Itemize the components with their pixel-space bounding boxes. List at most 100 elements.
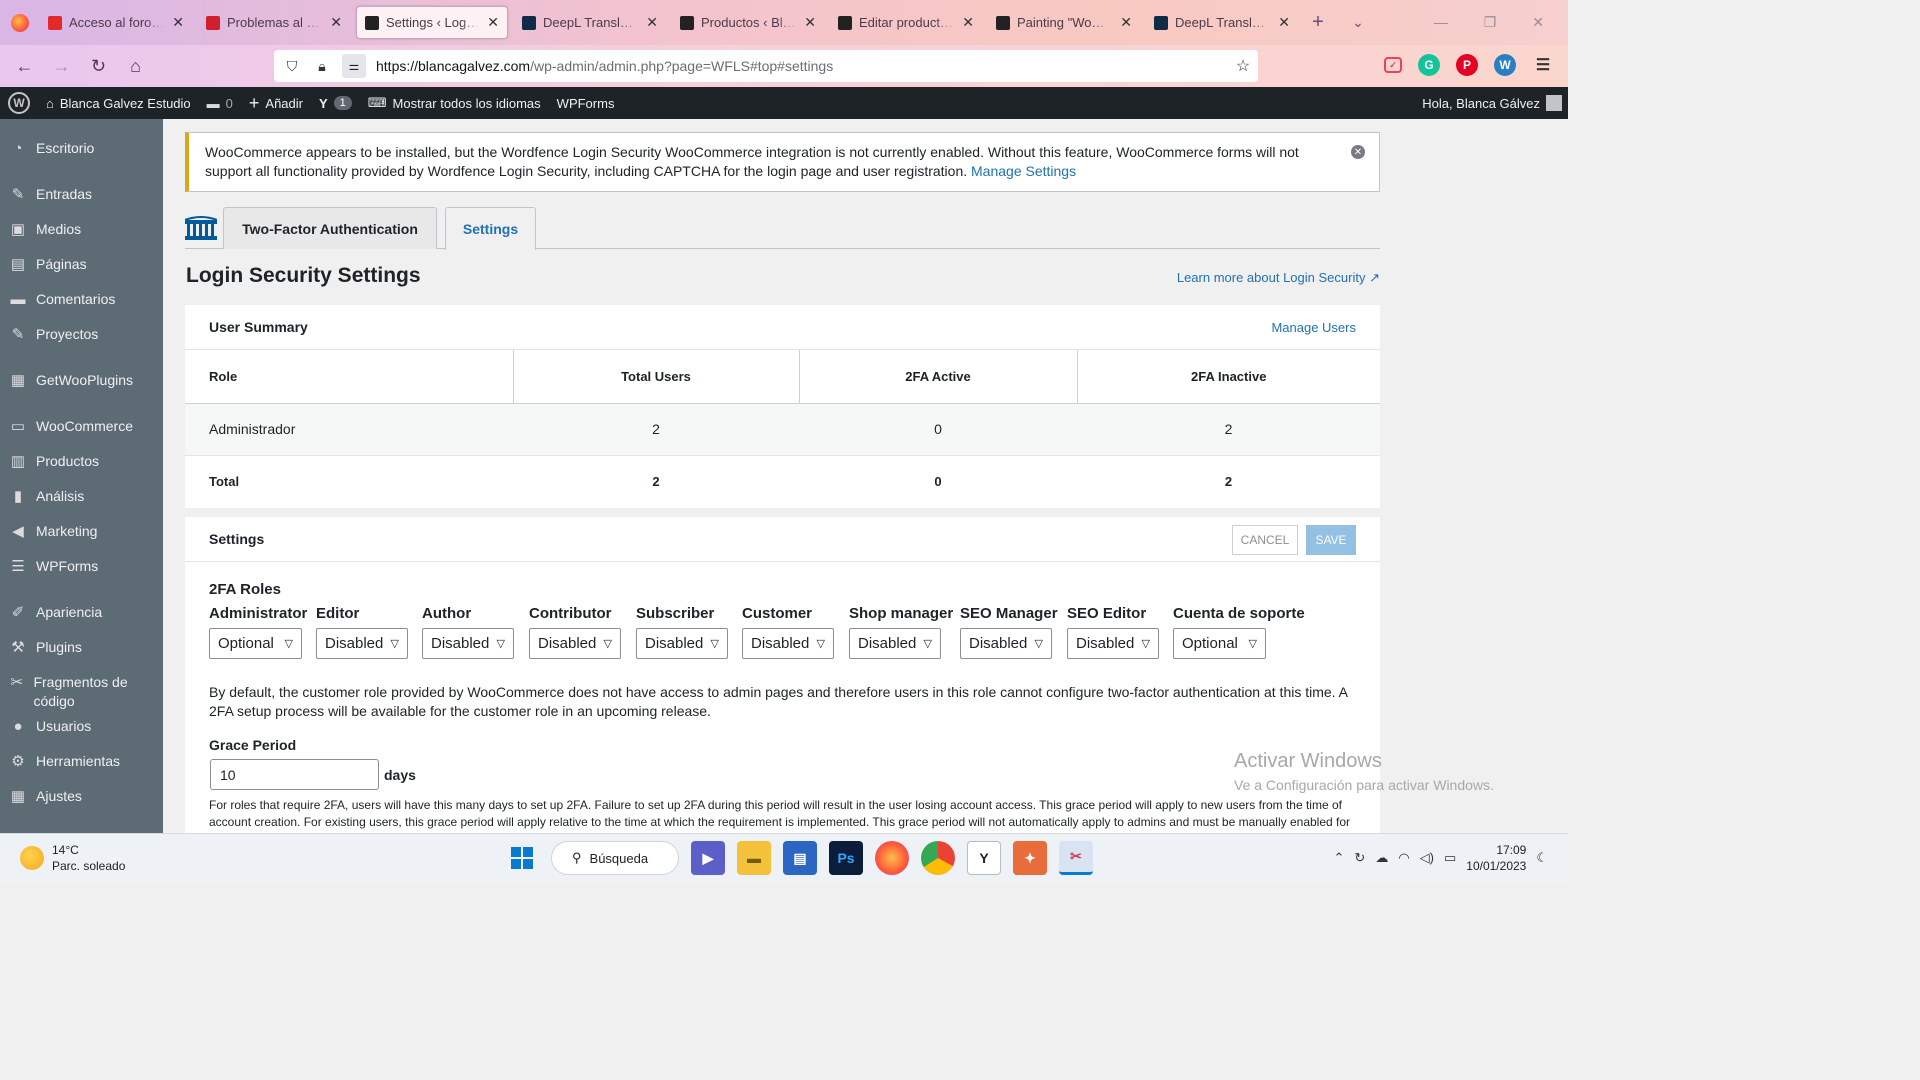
close-tab-icon[interactable]: ✕ xyxy=(804,14,816,31)
address-bar[interactable]: ⛉ 🔒︎ ⚌ https://blancagalvez.com/wp-admin… xyxy=(274,50,1258,82)
browser-tab[interactable]: Productos ‹ Blanca ✕ xyxy=(672,6,824,39)
browser-tab[interactable]: Painting "Woman an ✕ xyxy=(988,6,1140,39)
volume-icon[interactable]: ◁) xyxy=(1420,850,1434,866)
browser-tab[interactable]: Acceso al foro - WordPress ✕ xyxy=(40,6,192,39)
sidebar-item[interactable]: ▦ GetWooPlugins xyxy=(0,363,163,398)
snipping-tool-icon[interactable]: ✂ xyxy=(1059,841,1093,875)
notifications-icon[interactable]: ☾ xyxy=(1536,850,1548,866)
wifi-icon[interactable]: ◠ xyxy=(1398,850,1409,866)
role-2fa-select[interactable]: Optional ▽ xyxy=(209,628,302,659)
sidebar-item[interactable]: ✂ Fragmentos de código xyxy=(0,665,163,709)
role-2fa-select[interactable]: Disabled ▽ xyxy=(422,628,514,659)
forward-icon[interactable]: → xyxy=(43,56,80,77)
teams-chat-icon[interactable]: ▶ xyxy=(691,841,725,875)
close-tab-icon[interactable]: ✕ xyxy=(1120,14,1132,31)
grace-period-input[interactable]: 10 xyxy=(210,759,379,790)
sidebar-item[interactable]: ▤ Páginas xyxy=(0,247,163,282)
weather-widget[interactable]: 14°C Parc. soleado xyxy=(20,842,125,874)
close-tab-icon[interactable]: ✕ xyxy=(487,14,499,31)
sync-icon[interactable]: ↻ xyxy=(1354,850,1365,866)
wpforms-link[interactable]: WPForms xyxy=(549,87,623,119)
firefox-icon[interactable] xyxy=(0,0,40,45)
browser-tab[interactable]: Settings ‹ Login Security ✕ xyxy=(356,6,508,39)
role-2fa-select[interactable]: Disabled ▽ xyxy=(742,628,834,659)
back-icon[interactable]: ← xyxy=(6,56,43,77)
tab-list-chevron-icon[interactable]: ⌄ xyxy=(1338,14,1378,31)
sidebar-item[interactable]: ▥ Productos xyxy=(0,444,163,479)
languages-link[interactable]: ⌨ Mostrar todos los idiomas xyxy=(360,87,549,119)
cancel-button[interactable]: CANCEL xyxy=(1232,525,1298,555)
role-2fa-select[interactable]: Disabled ▽ xyxy=(1067,628,1159,659)
onedrive-icon[interactable]: ☁ xyxy=(1375,850,1388,866)
close-tab-icon[interactable]: ✕ xyxy=(962,14,974,31)
sidebar-item[interactable]: ▭ WooCommerce xyxy=(0,409,163,444)
sidebar-item[interactable]: ▦ Ajustes xyxy=(0,779,163,814)
role-2fa-select[interactable]: Disabled ▽ xyxy=(316,628,408,659)
sidebar-item[interactable]: ◀ Marketing xyxy=(0,514,163,549)
browser-tab[interactable]: DeepL Translate - El ✕ xyxy=(514,6,666,39)
sidebar-item[interactable]: ▮ Análisis xyxy=(0,479,163,514)
chrome-icon[interactable] xyxy=(921,841,955,875)
sidebar-item[interactable]: ▬ Comentarios xyxy=(0,282,163,317)
role-2fa-select[interactable]: Disabled ▽ xyxy=(849,628,941,659)
sidebar-item[interactable]: ✎ Proyectos xyxy=(0,317,163,352)
sidebar-item[interactable]: ✎ Entradas xyxy=(0,177,163,212)
close-window-icon[interactable]: ✕ xyxy=(1532,14,1544,31)
manage-users-link[interactable]: Manage Users xyxy=(1271,320,1356,335)
home-icon[interactable]: ⌂ xyxy=(117,56,154,77)
firefox-taskbar-icon[interactable] xyxy=(875,841,909,875)
sidebar-item[interactable]: ⚙ Herramientas xyxy=(0,744,163,779)
windows-start-icon[interactable] xyxy=(505,841,539,875)
role-2fa-select[interactable]: Disabled ▽ xyxy=(960,628,1052,659)
tracking-shield-icon[interactable]: ⛉ xyxy=(282,58,302,75)
add-new-link[interactable]: + Añadir xyxy=(241,87,311,119)
tab-settings[interactable]: Settings xyxy=(445,207,536,250)
browser-tab[interactable]: DeepL Translate - El ✕ xyxy=(1146,6,1298,39)
sidebar-item[interactable]: ▣ Medios xyxy=(0,212,163,247)
battery-icon[interactable]: ▭ xyxy=(1444,850,1456,866)
browser-tab[interactable]: Editar producto «Pa ✕ xyxy=(830,6,982,39)
yoast-app-icon[interactable]: Y xyxy=(967,841,1001,875)
browser-tab[interactable]: Problemas al añadir ✕ xyxy=(198,6,350,39)
site-name-link[interactable]: ⌂ Blanca Galvez Estudio xyxy=(38,87,199,119)
comments-link[interactable]: ▬ 0 xyxy=(199,87,241,119)
close-tab-icon[interactable]: ✕ xyxy=(646,14,658,31)
dismiss-icon[interactable]: ✕ xyxy=(1351,145,1365,159)
taskbar-search[interactable]: ⚲ Búsqueda xyxy=(551,841,679,875)
save-button[interactable]: SAVE xyxy=(1306,525,1356,555)
sidebar-item[interactable]: ⚒ Plugins xyxy=(0,630,163,665)
menu-icon[interactable]: ☰ xyxy=(1532,54,1554,76)
tray-chevron-icon[interactable]: ⌃ xyxy=(1334,850,1345,866)
manage-settings-link[interactable]: Manage Settings xyxy=(971,163,1076,179)
game-icon[interactable]: ✦ xyxy=(1013,841,1047,875)
close-tab-icon[interactable]: ✕ xyxy=(330,14,342,31)
sidebar-item[interactable]: ● Usuarios xyxy=(0,709,163,744)
restore-icon[interactable]: ❐ xyxy=(1484,14,1497,31)
clock[interactable]: 17:09 10/01/2023 xyxy=(1466,842,1526,874)
wordpress-logo-icon[interactable]: W xyxy=(0,87,38,119)
pocket-icon[interactable]: ✓ xyxy=(1384,57,1402,73)
close-tab-icon[interactable]: ✕ xyxy=(172,14,184,31)
photoshop-icon[interactable]: Ps xyxy=(829,841,863,875)
new-tab-icon[interactable]: + xyxy=(1298,11,1338,34)
reload-icon[interactable]: ↻ xyxy=(80,56,117,77)
close-tab-icon[interactable]: ✕ xyxy=(1278,14,1290,31)
role-2fa-select[interactable]: Disabled ▽ xyxy=(636,628,728,659)
file-explorer-icon[interactable]: ▬ xyxy=(737,841,771,875)
permissions-icon[interactable]: ⚌ xyxy=(342,54,366,78)
lock-icon[interactable]: 🔒︎ xyxy=(312,58,332,75)
role-2fa-select[interactable]: Optional ▽ xyxy=(1173,628,1266,659)
minimize-icon[interactable]: — xyxy=(1434,14,1448,31)
sidebar-item[interactable]: ◔ Escritorio xyxy=(0,131,163,166)
tab-two-factor[interactable]: Two-Factor Authentication xyxy=(223,207,437,249)
sidebar-item[interactable]: ☰ WPForms xyxy=(0,549,163,584)
role-2fa-select[interactable]: Disabled ▽ xyxy=(529,628,621,659)
yoast-link[interactable]: Y1 xyxy=(311,87,360,119)
wordpress-extension-icon[interactable]: W xyxy=(1494,54,1516,76)
grammarly-icon[interactable]: G xyxy=(1418,54,1440,76)
bookmark-star-icon[interactable]: ☆ xyxy=(1228,56,1258,76)
sidebar-item[interactable]: ✐ Apariencia xyxy=(0,595,163,630)
learn-more-link[interactable]: Learn more about Login Security ↗ xyxy=(1177,270,1380,286)
page-scrollbar[interactable] xyxy=(1912,119,1920,833)
word-document-icon[interactable]: ▤ xyxy=(783,841,817,875)
